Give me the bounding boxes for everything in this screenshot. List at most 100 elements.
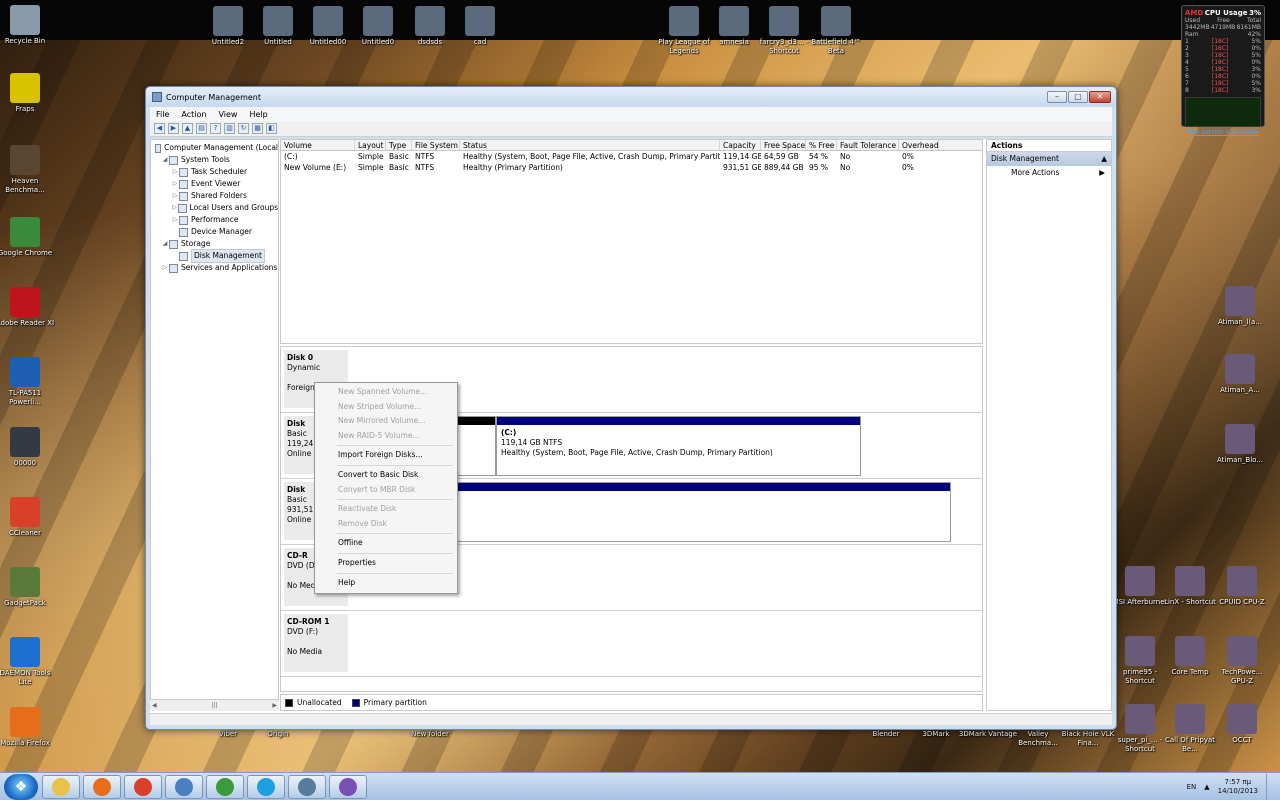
- tree-item-shared-folders[interactable]: ▷ Shared Folders: [151, 190, 278, 202]
- disk-label[interactable]: CD-ROM 1 DVD (F:) No Media: [284, 614, 348, 672]
- desktop-icon-top-9[interactable]: Battlefield 4™ Beta: [806, 6, 866, 56]
- tree-horizontal-scrollbar[interactable]: ◀ ||| ▶: [150, 699, 279, 711]
- forward-icon[interactable]: ▶: [168, 123, 179, 134]
- desktop-icon-left-6[interactable]: 00000: [0, 427, 55, 468]
- scroll-thumb[interactable]: |||: [211, 702, 217, 709]
- language-indicator[interactable]: EN: [1187, 783, 1197, 791]
- disk-icon[interactable]: ◧: [266, 123, 277, 134]
- tree-item-performance[interactable]: ▷ Performance: [151, 214, 278, 226]
- column-header-free-space[interactable]: Free Space: [761, 140, 806, 150]
- expand-arrow-icon[interactable]: ▷: [161, 262, 169, 274]
- expand-arrow-icon[interactable]: ▷: [171, 190, 179, 202]
- ctx-convert-to-basic-disk[interactable]: Convert to Basic Disk: [317, 468, 455, 483]
- desktop-icon-right-2[interactable]: Atiman_Blo...: [1210, 424, 1270, 465]
- tree-item-computer-management-local[interactable]: Computer Management (Local: [151, 142, 278, 154]
- column-header-layout[interactable]: Layout: [355, 140, 386, 150]
- desktop-icon-bottom-2[interactable]: New folder: [400, 730, 460, 739]
- expand-arrow-icon[interactable]: ▷: [171, 178, 179, 190]
- desktop-icon-left-10[interactable]: Mozilla Firefox: [0, 707, 55, 748]
- desktop-icon-right-11[interactable]: OCCT: [1212, 704, 1272, 745]
- column-header-overhead[interactable]: Overhead: [899, 140, 939, 150]
- minimize-button[interactable]: –: [1047, 91, 1067, 103]
- desktop-icon-left-1[interactable]: Fraps: [0, 73, 55, 114]
- taskbar-viber[interactable]: [329, 775, 367, 799]
- help-icon[interactable]: ?: [210, 123, 221, 134]
- volume-row[interactable]: New Volume (E:) Simple Basic NTFS Healthy (P…: [281, 162, 982, 173]
- ctx-offline[interactable]: Offline: [317, 536, 455, 551]
- ctx-properties[interactable]: Properties: [317, 556, 455, 571]
- tree-item-task-scheduler[interactable]: ▷ Task Scheduler: [151, 166, 278, 178]
- title-bar[interactable]: Computer Management: [146, 87, 1116, 107]
- desktop-icon-bottom-7[interactable]: Black Hole VLK Fina...: [1058, 730, 1118, 748]
- desktop-icon-left-2[interactable]: Heaven Benchma...: [0, 145, 55, 195]
- desktop-icon-right-8[interactable]: TechPowe... GPU-Z: [1212, 636, 1272, 686]
- column-header-status[interactable]: Status: [460, 140, 720, 150]
- column-header-capacity[interactable]: Capacity: [720, 140, 761, 150]
- up-folder-icon[interactable]: ▲: [182, 123, 193, 134]
- column-header-volume[interactable]: Volume: [281, 140, 355, 150]
- back-icon[interactable]: ◀: [154, 123, 165, 134]
- show-hide-action-pane-icon[interactable]: ▥: [224, 123, 235, 134]
- show-hide-tree-icon[interactable]: ▤: [196, 123, 207, 134]
- menu-help[interactable]: Help: [249, 110, 267, 119]
- taskbar-computer-management[interactable]: [165, 775, 203, 799]
- taskbar-steam-like[interactable]: [288, 775, 326, 799]
- properties-icon[interactable]: ▦: [252, 123, 263, 134]
- column-header-fault-tolerance[interactable]: Fault Tolerance: [837, 140, 899, 150]
- desktop-icon-left-0[interactable]: Recycle Bin: [0, 5, 55, 46]
- desktop-icon-right-5[interactable]: CPUID CPU-Z: [1212, 566, 1272, 607]
- desktop-icon-left-5[interactable]: TL-PA511 Powerli...: [0, 357, 55, 407]
- taskbar-opera-like[interactable]: [124, 775, 162, 799]
- scroll-left-icon[interactable]: ◀: [152, 702, 157, 709]
- desktop-icon-left-8[interactable]: GadgetPack: [0, 567, 55, 608]
- desktop-icon-top-8[interactable]: farcry3_d3... - Shortcut: [754, 6, 814, 56]
- expand-arrow-icon[interactable]: ▷: [171, 214, 179, 226]
- desktop-icon-left-9[interactable]: DAEMON Tools Lite: [0, 637, 55, 687]
- tree-item-services-and-applications[interactable]: ▷ Services and Applications: [151, 262, 278, 274]
- refresh-icon[interactable]: ↻: [238, 123, 249, 134]
- tree-item-system-tools[interactable]: ◢ System Tools: [151, 154, 278, 166]
- show-desktop-button[interactable]: [1266, 774, 1274, 800]
- actions-section-disk-management[interactable]: Disk Management ▲: [987, 152, 1111, 166]
- expand-arrow-icon[interactable]: ◢: [161, 238, 169, 250]
- desktop-icon-top-5[interactable]: cad: [450, 6, 510, 47]
- tree-item-local-users-and-groups[interactable]: ▷ Local Users and Groups: [151, 202, 278, 214]
- desktop-icon-left-7[interactable]: CCleaner: [0, 497, 55, 538]
- desktop-icon-right-0[interactable]: Atiman_l(a...: [1210, 286, 1270, 327]
- taskbar-skype[interactable]: [247, 775, 285, 799]
- clock[interactable]: 7:57 πμ 14/10/2013: [1218, 778, 1258, 796]
- maximize-button[interactable]: ▢: [1068, 91, 1088, 103]
- tray-arrow-icon[interactable]: ▲: [1204, 783, 1209, 791]
- more-actions-item[interactable]: More Actions ▶: [987, 166, 1111, 180]
- menu-file[interactable]: File: [156, 110, 169, 119]
- desktop-icon-top-3[interactable]: Untitled0: [348, 6, 408, 47]
- close-button[interactable]: ✕: [1089, 91, 1111, 103]
- tree-item-disk-management[interactable]: Disk Management: [151, 249, 278, 263]
- menu-view[interactable]: View: [218, 110, 237, 119]
- ctx-import-foreign-disks[interactable]: Import Foreign Disks...: [317, 448, 455, 463]
- tree-item-device-manager[interactable]: Device Manager: [151, 226, 278, 238]
- desktop-icon-right-7[interactable]: Core Temp: [1160, 636, 1220, 677]
- desktop-icon-right-1[interactable]: Atiman_A...: [1210, 354, 1270, 395]
- volume-row[interactable]: (C:) Simple Basic NTFS Healthy (System, Boot…: [281, 151, 982, 162]
- scroll-right-icon[interactable]: ▶: [272, 702, 277, 709]
- desktop-icon-left-4[interactable]: Adobe Reader XI: [0, 287, 55, 328]
- expand-arrow-icon[interactable]: ▷: [171, 202, 178, 214]
- ctx-help[interactable]: Help: [317, 576, 455, 591]
- c-partition[interactable]: (C:) 119,14 GB NTFS Healthy (System, Boot,…: [496, 416, 861, 476]
- desktop-icon-bottom-1[interactable]: Origin: [248, 730, 308, 739]
- expand-arrow-icon[interactable]: ◢: [161, 154, 169, 166]
- column-header-file-system[interactable]: File System: [412, 140, 460, 150]
- expand-arrow-icon[interactable]: ▷: [171, 166, 179, 178]
- taskbar-google-chrome[interactable]: [206, 775, 244, 799]
- taskbar-windows-explorer[interactable]: [42, 775, 80, 799]
- column-header-type[interactable]: Type: [386, 140, 412, 150]
- collapse-icon[interactable]: ▲: [1101, 152, 1107, 166]
- start-button[interactable]: ❖: [4, 774, 38, 800]
- tree-item-event-viewer[interactable]: ▷ Event Viewer: [151, 178, 278, 190]
- desktop-icon-right-10[interactable]: Call Of Pripyat Be...: [1160, 704, 1220, 754]
- desktop-icon-left-3[interactable]: Google Chrome: [0, 217, 55, 258]
- column-header--free[interactable]: % Free: [806, 140, 837, 150]
- desktop-icon-right-4[interactable]: LinX - Shortcut: [1160, 566, 1220, 607]
- taskbar-firefox[interactable]: [83, 775, 121, 799]
